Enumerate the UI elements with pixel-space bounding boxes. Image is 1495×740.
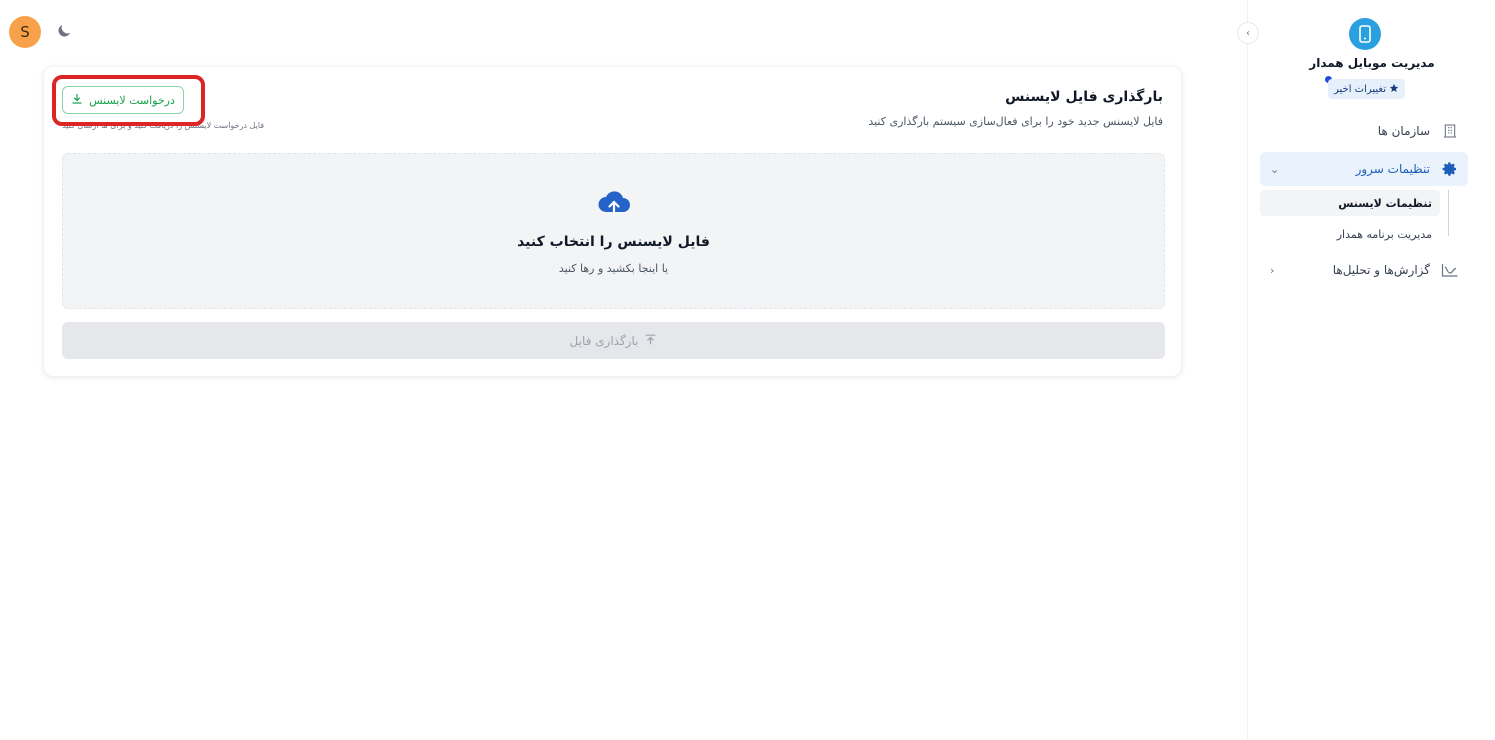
- upload-file-label: بارگذاری فایل: [569, 333, 639, 348]
- cloud-upload-icon: [597, 188, 631, 218]
- dropzone-title: فایل لایسنس را انتخاب کنید: [517, 234, 710, 250]
- dropzone-subtitle: یا اینجا بکشید و رها کنید: [558, 262, 669, 275]
- user-avatar[interactable]: S: [9, 16, 41, 48]
- annotation-highlight: [52, 75, 205, 126]
- card-subtitle: فایل لایسنس جدید خود را برای فعال‌سازی س…: [868, 115, 1163, 128]
- brand-title: مدیریت موبایل همدار: [1309, 56, 1435, 70]
- file-dropzone[interactable]: فایل لایسنس را انتخاب کنید یا اینجا بکشی…: [62, 153, 1165, 309]
- moon-icon[interactable]: [53, 20, 75, 42]
- chart-icon: [1440, 260, 1460, 280]
- building-icon: [1440, 121, 1460, 141]
- sidebar-item-label: تنظیمات سرور: [1355, 162, 1430, 176]
- gear-icon: [1440, 159, 1460, 179]
- chevron-left-icon: ‹: [1270, 263, 1275, 277]
- sidebar-item-reports[interactable]: گزارش‌ها و تحلیل‌ها ‹: [1260, 253, 1468, 287]
- recent-changes-label: تغییرات اخیر: [1334, 83, 1387, 95]
- sidebar-subitem-license-settings[interactable]: تنظیمات لایسنس: [1260, 190, 1440, 216]
- sidebar-collapse-button[interactable]: ‹: [1237, 22, 1259, 44]
- brand-logo: [1349, 18, 1381, 50]
- sidebar-item-server-settings[interactable]: تنظیمات سرور ⌄: [1260, 152, 1468, 186]
- sidebar-item-label: سازمان ها: [1377, 124, 1430, 138]
- sidebar-subitem-label: تنظیمات لایسنس: [1338, 196, 1432, 210]
- upload-file-button[interactable]: بارگذاری فایل: [62, 322, 1165, 359]
- upload-icon: [644, 333, 657, 349]
- sidebar-item-organizations[interactable]: سازمان ها: [1260, 114, 1468, 148]
- recent-changes-badge[interactable]: تغییرات اخیر: [1328, 79, 1406, 99]
- submenu-connector: [1448, 190, 1449, 236]
- sidebar-subitem-label: مدیریت برنامه همدار: [1336, 227, 1432, 241]
- star-icon: [1389, 83, 1399, 96]
- chevron-down-icon: ⌄: [1270, 162, 1280, 176]
- license-upload-card: بارگذاری فایل لایسنس فایل لایسنس جدید خو…: [43, 66, 1182, 377]
- sidebar: ‹ مدیریت موبایل همدار تغییرات اخیر سازما…: [1237, 0, 1495, 740]
- sidebar-item-label: گزارش‌ها و تحلیل‌ها: [1332, 263, 1430, 277]
- card-title: بارگذاری فایل لایسنس: [1005, 89, 1163, 105]
- sidebar-subitem-app-management[interactable]: مدیریت برنامه همدار: [1260, 221, 1440, 247]
